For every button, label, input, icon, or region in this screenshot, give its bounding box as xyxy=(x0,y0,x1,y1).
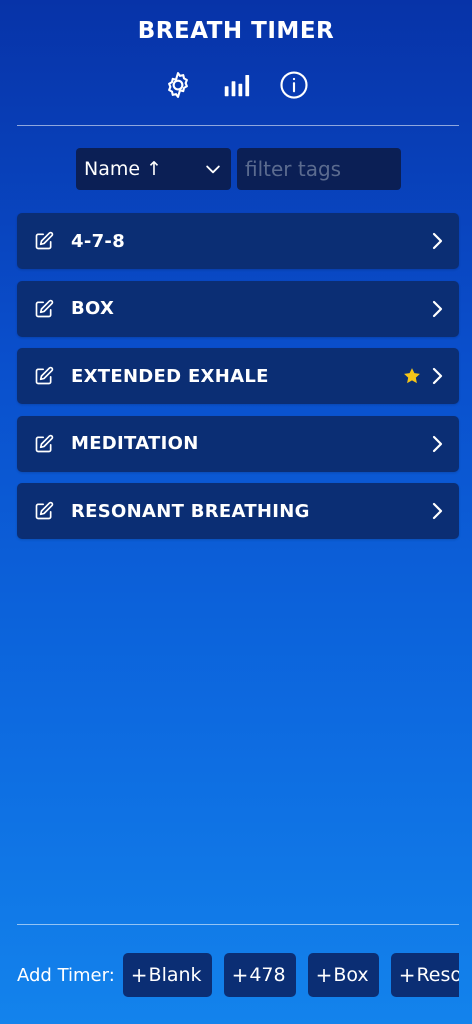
add-button-label: Resonant xyxy=(416,964,459,986)
timer-name: BOX xyxy=(71,298,115,319)
edit-icon[interactable] xyxy=(33,230,55,252)
edit-icon[interactable] xyxy=(33,298,55,320)
bar-chart-icon xyxy=(224,75,250,97)
toolbar xyxy=(0,68,472,102)
chevron-right-icon xyxy=(429,433,447,455)
add-box-button[interactable]: + Box xyxy=(307,953,379,997)
timer-row[interactable]: MEDITATION xyxy=(17,415,459,472)
timer-row[interactable]: BOX xyxy=(17,280,459,337)
chevron-right-icon xyxy=(429,230,447,252)
add-timer-bar: Add Timer: + Blank + 478 + Box + Resonan… xyxy=(17,952,459,998)
star-icon[interactable] xyxy=(401,365,423,387)
timer-row[interactable]: 4-7-8 xyxy=(17,213,459,269)
add-button-label: Box xyxy=(333,964,369,986)
timer-name: MEDITATION xyxy=(71,433,199,454)
plus-icon: + xyxy=(398,963,416,987)
add-478-button[interactable]: + 478 xyxy=(223,953,296,997)
edit-icon[interactable] xyxy=(33,500,55,522)
timer-list: 4-7-8 BOX EXTENDED EXHALE MEDITATION RES… xyxy=(17,213,459,551)
sort-select[interactable]: Name ↑ xyxy=(76,148,231,190)
plus-icon: + xyxy=(315,963,333,987)
edit-icon[interactable] xyxy=(33,365,55,387)
app-title: BREATH TIMER xyxy=(137,18,335,44)
chevron-right-icon xyxy=(429,365,447,387)
info-button[interactable] xyxy=(277,68,311,102)
chevron-right-icon xyxy=(429,500,447,522)
settings-button[interactable] xyxy=(161,68,195,102)
filter-tags-input[interactable] xyxy=(237,148,401,190)
footer-divider xyxy=(17,924,459,925)
add-button-label: Blank xyxy=(148,964,202,986)
plus-icon: + xyxy=(130,963,148,987)
sort-label: Name ↑ xyxy=(84,158,163,180)
chevron-right-icon xyxy=(429,298,447,320)
stats-button[interactable] xyxy=(219,68,253,102)
timer-row[interactable]: RESONANT BREATHING xyxy=(17,483,459,539)
timer-name: EXTENDED EXHALE xyxy=(71,365,269,387)
header-divider xyxy=(17,125,459,126)
chevron-down-icon xyxy=(206,165,220,174)
add-blank-button[interactable]: + Blank xyxy=(122,953,212,997)
add-resonant-button[interactable]: + Resonant xyxy=(390,953,459,997)
timer-name: 4-7-8 xyxy=(71,230,126,252)
timer-row[interactable]: EXTENDED EXHALE xyxy=(17,348,459,404)
list-controls: Name ↑ xyxy=(76,148,401,190)
gear-icon xyxy=(168,72,188,98)
timer-name: RESONANT BREATHING xyxy=(71,500,310,522)
add-button-label: 478 xyxy=(249,964,286,986)
add-timer-label: Add Timer: xyxy=(17,964,115,986)
edit-icon[interactable] xyxy=(33,433,55,455)
info-icon xyxy=(280,71,308,99)
plus-icon: + xyxy=(231,963,249,987)
